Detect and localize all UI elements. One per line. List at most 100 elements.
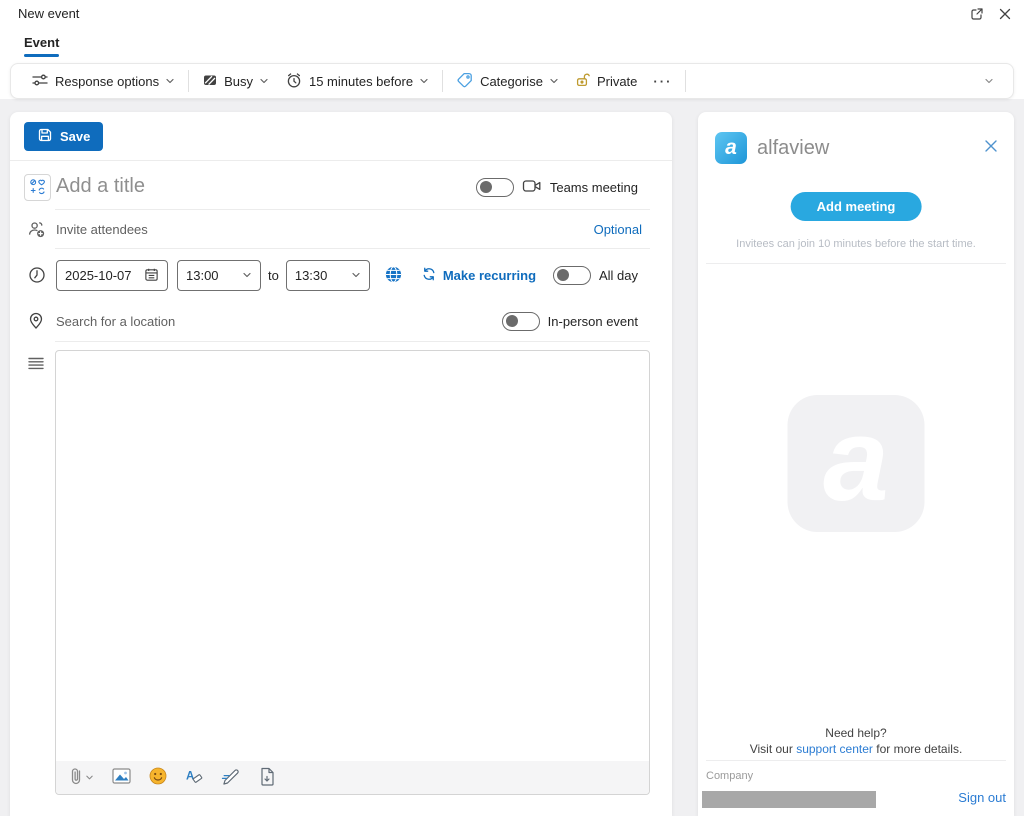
help-prefix: Visit our bbox=[750, 742, 796, 756]
need-help-text: Need help? bbox=[698, 725, 1014, 741]
ribbon-expand-button[interactable] bbox=[977, 70, 1001, 93]
start-time-value: 13:00 bbox=[186, 268, 219, 283]
window-controls bbox=[966, 4, 1016, 26]
location-row: Search for a location In-person event bbox=[10, 304, 672, 342]
help-line: Visit our support center for more detail… bbox=[698, 741, 1014, 757]
paperclip-icon bbox=[70, 766, 82, 789]
chevron-down-icon bbox=[549, 74, 559, 89]
divider bbox=[706, 760, 1006, 761]
invite-attendees-input[interactable]: Invite attendees bbox=[56, 222, 148, 237]
response-options-label: Response options bbox=[55, 74, 159, 89]
clear-formatting-button[interactable]: A bbox=[185, 767, 203, 788]
location-pin-icon bbox=[27, 311, 45, 336]
clear-formatting-icon: A bbox=[185, 767, 203, 788]
show-as-busy-button[interactable]: Busy bbox=[194, 67, 277, 95]
alfaview-addin-panel: a alfaview Add meeting Invitees can join… bbox=[698, 112, 1014, 816]
tab-event[interactable]: Event bbox=[24, 35, 59, 57]
help-suffix: for more details. bbox=[873, 742, 962, 756]
teams-meeting-label: Teams meeting bbox=[550, 180, 638, 195]
insert-emoji-button[interactable] bbox=[149, 767, 167, 788]
reminder-label: 15 minutes before bbox=[309, 74, 413, 89]
open-lock-icon bbox=[575, 72, 591, 91]
addin-title: alfaview bbox=[757, 137, 829, 160]
add-attendee-icon bbox=[27, 220, 47, 245]
start-time-select[interactable]: 13:00 bbox=[177, 260, 261, 291]
calendar-icon bbox=[144, 267, 159, 285]
toggle-knob bbox=[557, 269, 569, 281]
busy-status-icon bbox=[202, 72, 218, 91]
clock-icon bbox=[27, 265, 47, 290]
popout-button[interactable] bbox=[966, 4, 988, 26]
save-label: Save bbox=[60, 129, 90, 144]
emoji-smiley-icon bbox=[149, 767, 167, 788]
ribbon-divider bbox=[442, 70, 443, 92]
timezone-button[interactable] bbox=[384, 265, 403, 287]
insert-image-button[interactable] bbox=[112, 768, 131, 787]
ribbon-divider bbox=[188, 70, 189, 92]
watermark-letter: a bbox=[823, 401, 889, 519]
optional-attendees-link[interactable]: Optional bbox=[594, 222, 642, 237]
title-input[interactable]: Add a title bbox=[56, 175, 145, 198]
response-options-button[interactable]: Response options bbox=[23, 67, 183, 95]
event-charm-picker-button[interactable] bbox=[24, 174, 51, 201]
make-recurring-label: Make recurring bbox=[443, 268, 536, 283]
help-block: Need help? Visit our support center for … bbox=[698, 725, 1014, 757]
in-person-control: In-person event bbox=[502, 312, 638, 331]
chevron-down-icon bbox=[85, 770, 94, 785]
support-center-link[interactable]: support center bbox=[796, 742, 873, 756]
window-title: New event bbox=[18, 6, 79, 21]
in-person-toggle[interactable] bbox=[502, 312, 540, 331]
addin-close-button[interactable] bbox=[984, 139, 998, 156]
datetime-row: 2025-10-07 13:00 to 13:30 bbox=[10, 254, 672, 300]
attach-file-button[interactable] bbox=[70, 766, 94, 789]
sign-out-link[interactable]: Sign out bbox=[958, 790, 1006, 805]
make-recurring-button[interactable]: Make recurring bbox=[421, 266, 536, 285]
event-description-editor: A bbox=[55, 350, 650, 795]
add-meeting-button[interactable]: Add meeting bbox=[791, 192, 922, 221]
toggle-knob bbox=[480, 181, 492, 193]
location-search-input[interactable]: Search for a location bbox=[56, 314, 175, 329]
recurring-icon bbox=[421, 266, 437, 285]
pen-icon bbox=[221, 767, 241, 788]
save-button[interactable]: Save bbox=[24, 122, 103, 151]
close-button[interactable] bbox=[994, 4, 1016, 26]
svg-text:A: A bbox=[186, 771, 194, 783]
new-event-window: New event Event Response options Busy bbox=[0, 0, 1024, 816]
image-icon bbox=[112, 768, 131, 787]
chevron-down-icon bbox=[165, 74, 175, 89]
alarm-clock-icon bbox=[285, 71, 303, 92]
teams-meeting-toggle[interactable] bbox=[476, 178, 514, 197]
private-label: Private bbox=[597, 74, 637, 89]
response-options-icon bbox=[31, 71, 49, 92]
datetime-controls: 2025-10-07 13:00 to 13:30 bbox=[56, 260, 536, 291]
editor-toolbar: A bbox=[56, 761, 649, 794]
more-options-button[interactable]: ··· bbox=[645, 67, 680, 95]
reminder-button[interactable]: 15 minutes before bbox=[277, 67, 437, 95]
attendees-row: Invite attendees Optional bbox=[10, 212, 672, 249]
chevron-down-icon bbox=[419, 74, 429, 89]
end-time-value: 13:30 bbox=[295, 268, 328, 283]
draw-ink-button[interactable] bbox=[221, 767, 241, 788]
company-label: Company bbox=[706, 770, 753, 782]
globe-icon bbox=[384, 265, 403, 287]
divider bbox=[10, 160, 672, 161]
divider bbox=[55, 209, 650, 210]
divider bbox=[706, 263, 1006, 264]
chevron-down-icon bbox=[351, 268, 361, 283]
close-icon bbox=[984, 141, 998, 156]
insert-file-button[interactable] bbox=[259, 767, 275, 789]
tag-icon bbox=[456, 71, 474, 92]
alfaview-watermark: a bbox=[788, 395, 925, 532]
categorise-button[interactable]: Categorise bbox=[448, 67, 567, 95]
end-time-select[interactable]: 13:30 bbox=[286, 260, 370, 291]
ellipsis-icon: ··· bbox=[653, 74, 672, 89]
description-text-area[interactable] bbox=[56, 351, 649, 761]
alfaview-logo-letter: a bbox=[725, 136, 737, 160]
all-day-toggle[interactable] bbox=[553, 266, 591, 285]
start-date-input[interactable]: 2025-10-07 bbox=[56, 260, 168, 291]
in-person-label: In-person event bbox=[548, 314, 638, 329]
save-icon bbox=[37, 127, 53, 146]
chevron-down-icon bbox=[259, 74, 269, 89]
titlebar: New event bbox=[0, 0, 1024, 28]
private-button[interactable]: Private bbox=[567, 67, 645, 95]
